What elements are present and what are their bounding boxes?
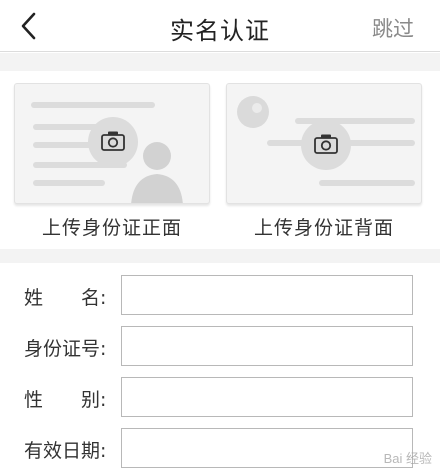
id-upload-section: 上传身份证正面 上传身份证背面 <box>0 71 440 249</box>
gender-input[interactable] <box>121 377 413 417</box>
form-row-id: 身份证号: <box>0 324 440 368</box>
watermark: Bai 经验 <box>383 451 432 466</box>
id-number-label: 身份证号: <box>24 338 107 360</box>
expiry-date-label: 有效日期: <box>24 440 107 462</box>
upload-back-button[interactable]: 上传身份证背面 <box>226 83 422 240</box>
gender-label: 性别: <box>24 389 107 411</box>
upload-front-label: 上传身份证正面 <box>41 217 182 239</box>
section-divider <box>0 249 440 263</box>
identity-form: 姓名: 身份证号: 性别: 有效日期: <box>0 263 440 471</box>
name-label: 姓名: <box>24 287 107 309</box>
id-back-placeholder <box>226 83 422 204</box>
name-input[interactable] <box>121 275 413 315</box>
upload-back-label: 上传身份证背面 <box>253 217 394 239</box>
id-front-placeholder <box>14 83 210 204</box>
form-row-name: 姓名: <box>0 273 440 317</box>
top-navbar: 实名认证 跳过 <box>0 0 440 52</box>
skip-button[interactable]: 跳过 <box>372 13 414 43</box>
form-row-gender: 性别: <box>0 375 440 419</box>
upload-front-button[interactable]: 上传身份证正面 <box>14 83 210 240</box>
form-row-expiry: 有效日期: <box>0 426 440 470</box>
section-divider <box>0 53 440 71</box>
id-number-input[interactable] <box>121 326 413 366</box>
expiry-date-input[interactable] <box>121 428 413 468</box>
